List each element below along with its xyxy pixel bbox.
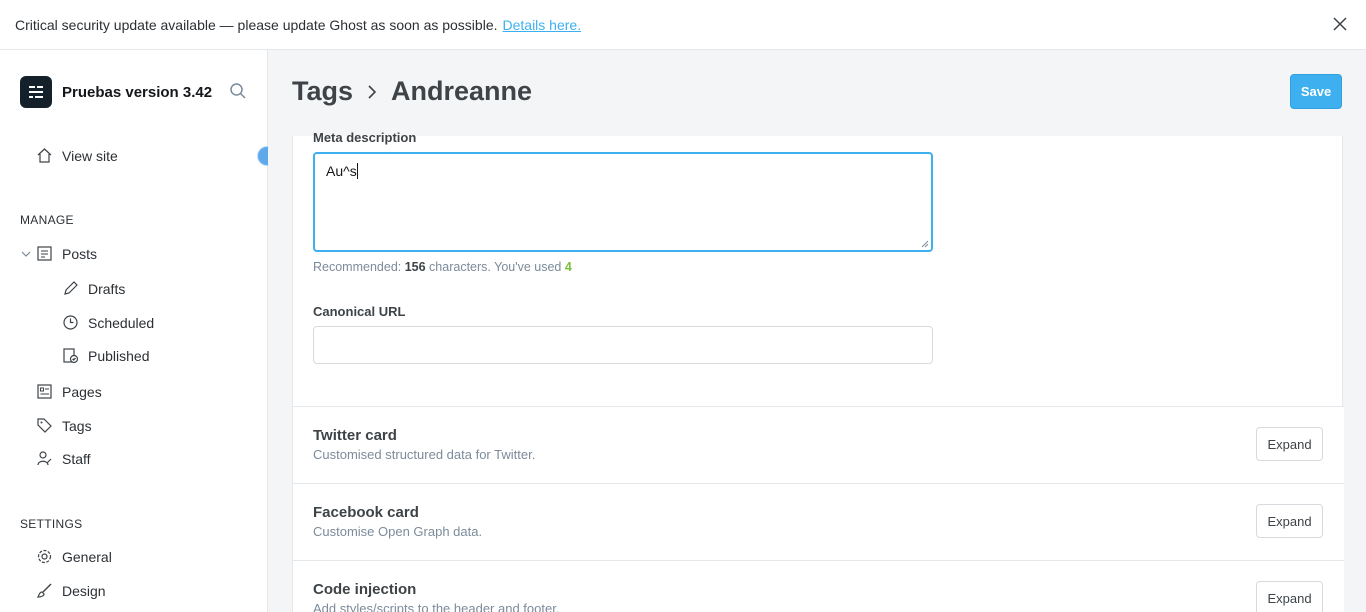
tag-settings-panel: Meta description Au^s Recommended: 156 c… <box>292 130 1344 612</box>
security-banner: Critical security update available — ple… <box>0 0 1366 50</box>
clock-icon <box>63 315 78 330</box>
nav-posts-label: Posts <box>62 245 98 262</box>
nav-posts[interactable]: Posts <box>36 245 97 262</box>
resize-handle-icon[interactable] <box>921 240 929 248</box>
nav-drafts-label: Drafts <box>88 280 126 297</box>
site-brand[interactable]: Pruebas version 3.42 <box>20 76 212 108</box>
settings-section-label: SETTINGS <box>20 517 83 531</box>
gear-icon <box>37 549 52 564</box>
used-count: 4 <box>564 260 572 274</box>
published-icon <box>63 348 79 364</box>
nav-pages-label: Pages <box>62 383 102 400</box>
sidebar: Pruebas version 3.42 View site MANAGE Po… <box>0 50 276 612</box>
nav-view-site[interactable]: View site <box>36 147 118 164</box>
tag-icon <box>37 418 52 433</box>
nav-pages[interactable]: Pages <box>36 383 102 400</box>
nav-scheduled-label: Scheduled <box>88 314 155 331</box>
twitter-expand-button[interactable]: Expand <box>1256 427 1323 461</box>
pencil-icon <box>64 281 78 295</box>
staff-icon <box>37 451 52 466</box>
hint-middle: characters. You've used <box>425 260 565 274</box>
nav-scheduled[interactable]: Scheduled <box>62 314 154 331</box>
save-button[interactable]: Save <box>1290 74 1342 109</box>
twitter-card-desc: Customised structured data for Twitter. <box>313 447 536 462</box>
breadcrumb: Tags Andreanne <box>292 76 532 107</box>
canonical-url-label: Canonical URL <box>313 304 406 319</box>
meta-description-label: Meta description <box>313 130 417 145</box>
nav-published-label: Published <box>88 347 150 364</box>
canonical-url-input[interactable] <box>313 326 933 364</box>
close-icon[interactable] <box>1332 16 1348 32</box>
search-icon[interactable] <box>229 82 247 100</box>
nav-design[interactable]: Design <box>36 582 106 599</box>
chevron-down-icon[interactable] <box>20 248 32 260</box>
code-injection-desc: Add styles/scripts to the header and foo… <box>313 601 560 612</box>
posts-icon <box>37 246 52 261</box>
nav-published[interactable]: Published <box>62 347 150 364</box>
recommended-count: 156 <box>404 260 426 274</box>
facebook-card-section: Facebook card Customise Open Graph data.… <box>293 483 1344 560</box>
pages-icon <box>37 384 52 399</box>
meta-description-textarea[interactable]: Au^s <box>313 152 933 252</box>
manage-section-label: MANAGE <box>20 213 74 227</box>
nav-tags-label: Tags <box>62 417 92 434</box>
code-injection-title: Code injection <box>313 581 417 598</box>
nav-view-site-label: View site <box>62 147 118 164</box>
nav-design-label: Design <box>62 582 106 599</box>
twitter-card-section: Twitter card Customised structured data … <box>293 406 1344 483</box>
nav-staff[interactable]: Staff <box>36 450 91 467</box>
code-injection-expand-button[interactable]: Expand <box>1256 581 1323 612</box>
page-title: Andreanne <box>391 76 533 106</box>
text-caret <box>356 163 358 179</box>
banner-details-link[interactable]: Details here. <box>503 17 582 33</box>
meta-description-hint: Recommended: 156 characters. You've used… <box>313 260 572 274</box>
nav-tags[interactable]: Tags <box>36 417 92 434</box>
site-logo-icon <box>20 76 52 108</box>
nav-general-label: General <box>62 548 112 565</box>
breadcrumb-tags-link[interactable]: Tags <box>292 76 353 107</box>
brush-icon <box>36 583 52 598</box>
nav-drafts[interactable]: Drafts <box>62 280 125 297</box>
main-content: Tags Andreanne Save Meta description Au^… <box>268 50 1366 612</box>
facebook-card-title: Facebook card <box>313 504 419 521</box>
meta-description-value: Au^s <box>326 163 357 179</box>
nav-staff-label: Staff <box>62 450 91 467</box>
code-injection-section: Code injection Add styles/scripts to the… <box>293 560 1344 612</box>
facebook-card-desc: Customise Open Graph data. <box>313 524 483 539</box>
site-title: Pruebas version 3.42 <box>62 83 213 101</box>
banner-message: Critical security update available — ple… <box>15 16 498 33</box>
home-icon <box>37 148 52 163</box>
chevron-right-icon <box>368 84 377 99</box>
nav-general[interactable]: General <box>36 548 112 565</box>
twitter-card-title: Twitter card <box>313 427 397 444</box>
facebook-expand-button[interactable]: Expand <box>1256 504 1323 538</box>
hint-prefix: Recommended: <box>313 260 405 274</box>
